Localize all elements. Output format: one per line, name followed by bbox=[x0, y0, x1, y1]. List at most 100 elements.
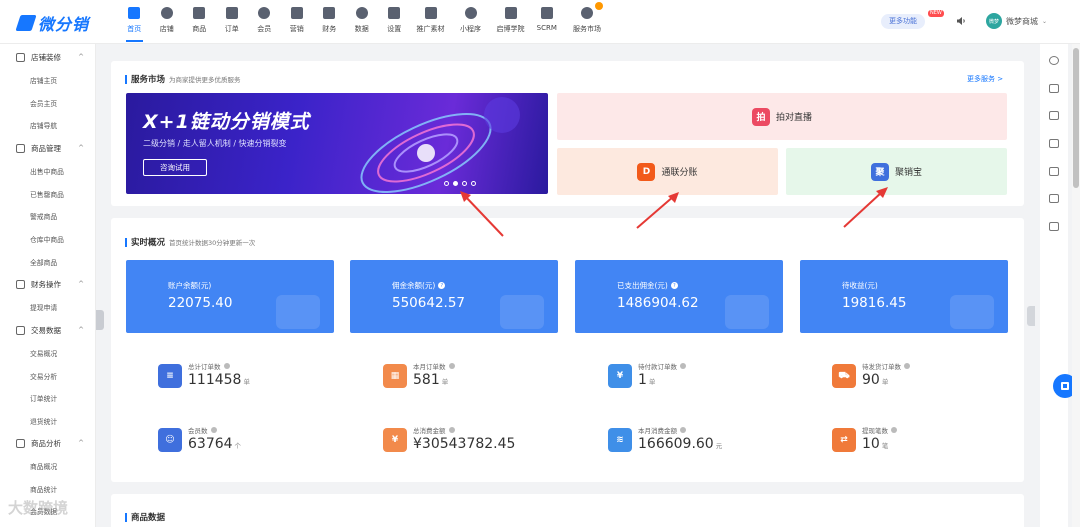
sidebar-item[interactable]: 店铺导航 bbox=[0, 115, 96, 138]
nav-item[interactable]: 会员 bbox=[248, 0, 281, 44]
help-icon[interactable] bbox=[448, 427, 455, 433]
help-icon[interactable] bbox=[904, 363, 910, 369]
service-label: 拍对直播 bbox=[775, 113, 812, 123]
metric-value: 111458 单 bbox=[188, 372, 250, 388]
sidebar-item[interactable]: 订单统计 bbox=[0, 388, 96, 411]
nav-label: 设置 bbox=[387, 25, 402, 33]
sidebar-item[interactable]: 仓库中商品 bbox=[0, 229, 96, 252]
nav-item[interactable]: 小程序 bbox=[451, 0, 491, 44]
stat-box[interactable]: 账户余额(元) 22075.40 bbox=[126, 260, 334, 333]
help-icon[interactable]: ? bbox=[438, 282, 446, 289]
sidebar-item[interactable]: 已售罄商品 bbox=[0, 184, 96, 207]
nav-item[interactable]: 营销 bbox=[281, 0, 314, 44]
service-live-streaming[interactable]: 拍 拍对直播 bbox=[557, 93, 1007, 140]
decorative-icon bbox=[276, 295, 320, 329]
promo-banner[interactable]: X+1链动分销模式 二级分销 / 走人留人机制 / 快速分销裂变 咨询试用 bbox=[126, 93, 548, 194]
nav-item[interactable]: 订单 bbox=[216, 0, 249, 44]
sidebar-item[interactable]: 会员主页 bbox=[0, 93, 96, 116]
stat-box[interactable]: 佣金余额(元)? 550642.57 bbox=[350, 260, 558, 333]
metric-icon: ≡ bbox=[158, 364, 182, 388]
nav-label: 会员 bbox=[257, 25, 272, 33]
message-icon[interactable] bbox=[1049, 111, 1059, 120]
page-scrollbar[interactable] bbox=[1072, 44, 1080, 527]
metric-value: 166609.60 元 bbox=[638, 436, 722, 452]
realtime-title: 实时概况 首页统计数据30分钟更新一次 bbox=[125, 236, 255, 248]
nav-item[interactable]: 数据 bbox=[346, 0, 379, 44]
nav-item[interactable]: 推广素材 bbox=[411, 0, 451, 44]
refresh-icon[interactable] bbox=[1049, 56, 1059, 65]
sidebar-group[interactable]: 商品分析 ^ bbox=[0, 432, 96, 454]
group-icon bbox=[16, 325, 25, 335]
logo-text: 微分销 bbox=[38, 15, 90, 34]
nav-label: SCRM bbox=[536, 24, 557, 32]
metric-label-text: 本月订单数 bbox=[413, 363, 446, 371]
nav-label: 财务 bbox=[322, 25, 337, 33]
sidebar-group-label: 店铺装修 bbox=[31, 52, 61, 62]
metric-number: 166609.60 bbox=[638, 436, 714, 452]
nav-icon bbox=[388, 7, 401, 19]
help-icon[interactable]: ? bbox=[670, 282, 678, 289]
speaker-icon[interactable] bbox=[956, 16, 966, 26]
nav-item[interactable]: 设置 bbox=[378, 0, 411, 44]
metric-value: 1单 bbox=[638, 372, 655, 388]
sidebar-item[interactable]: 退货统计 bbox=[0, 411, 96, 434]
nav-item[interactable]: SCRM bbox=[531, 0, 564, 44]
rail-collapse-handle[interactable] bbox=[1027, 306, 1035, 326]
more-functions-button[interactable]: 更多功能 bbox=[881, 14, 925, 29]
nav-item[interactable]: 首页 bbox=[118, 0, 151, 44]
stat-label: 待收益(元) bbox=[842, 280, 878, 291]
user-menu[interactable]: 微梦 微梦商城 ⌄ bbox=[986, 13, 1047, 29]
sidebar-group-label: 交易数据 bbox=[31, 325, 61, 335]
help-icon[interactable] bbox=[448, 363, 455, 369]
sidebar-group-label: 商品管理 bbox=[31, 143, 61, 153]
logo[interactable]: 微分销 bbox=[15, 11, 90, 35]
nav-item[interactable]: 店铺 bbox=[151, 0, 184, 44]
help-icon[interactable] bbox=[680, 363, 686, 369]
stat-box[interactable]: 已支出佣金(元)? 1486904.62 bbox=[575, 260, 783, 333]
download-icon[interactable] bbox=[1049, 167, 1059, 176]
sidebar-item[interactable]: 全部商品 bbox=[0, 252, 96, 275]
nav-item[interactable]: 服务市场 bbox=[563, 0, 611, 44]
sidebar-item[interactable]: 商品概况 bbox=[0, 456, 96, 479]
sidebar-group[interactable]: 财务操作 ^ bbox=[0, 273, 96, 295]
sidebar-item[interactable]: 交易分析 bbox=[0, 366, 96, 389]
stat-label-text: 已支出佣金(元) bbox=[617, 281, 668, 290]
help-icon[interactable] bbox=[680, 427, 686, 433]
metric-item: ⛟ 待发货订单数 90 单 bbox=[832, 360, 1042, 394]
sidebar-group[interactable]: 交易数据 ^ bbox=[0, 319, 96, 341]
sidebar-item[interactable]: 出售中商品 bbox=[0, 161, 96, 184]
scrollbar-thumb[interactable] bbox=[1073, 48, 1079, 188]
carousel-dot[interactable] bbox=[444, 181, 449, 186]
sidebar-group[interactable]: 商品管理 ^ bbox=[0, 137, 96, 159]
sidebar-item[interactable]: 店铺主页 bbox=[0, 70, 96, 93]
sidebar-item[interactable]: 提现申请 bbox=[0, 297, 96, 320]
sidebar-item[interactable]: 交易概况 bbox=[0, 343, 96, 366]
banner-title: X+1链动分销模式 bbox=[143, 111, 310, 133]
help-icon[interactable] bbox=[223, 363, 230, 369]
sound-icon[interactable] bbox=[1049, 222, 1059, 231]
metric-number: 1 bbox=[638, 372, 647, 388]
apps-icon[interactable] bbox=[1049, 194, 1059, 203]
nav-item[interactable]: 启博学院 bbox=[491, 0, 531, 44]
stat-label-text: 账户余额(元) bbox=[168, 281, 212, 290]
nav-label: 订单 bbox=[224, 25, 239, 33]
nav-item[interactable]: 商品 bbox=[183, 0, 216, 44]
more-services-link[interactable]: 更多服务 > bbox=[967, 74, 1003, 84]
consult-trial-button[interactable]: 咨询试用 bbox=[143, 159, 207, 176]
metric-item: ⇄ 提现笔数 10 笔 bbox=[832, 424, 1042, 458]
service-juxiaobao[interactable]: 聚 聚销宝 bbox=[786, 148, 1007, 195]
sidebar-collapse-handle[interactable] bbox=[96, 310, 104, 330]
sidebar-item[interactable]: 警戒商品 bbox=[0, 206, 96, 229]
sidebar-group[interactable]: 店铺装修 ^ bbox=[0, 46, 96, 68]
avatar: 微梦 bbox=[986, 13, 1002, 29]
section-subtitle: 首页统计数据30分钟更新一次 bbox=[169, 239, 256, 247]
stat-value: 22075.40 bbox=[168, 295, 233, 311]
stat-box[interactable]: 待收益(元) 19816.45 bbox=[800, 260, 1008, 333]
help-icon[interactable] bbox=[891, 427, 897, 433]
metric-unit: 单 bbox=[648, 378, 656, 386]
link-icon[interactable] bbox=[1049, 84, 1059, 93]
document-icon[interactable] bbox=[1049, 139, 1059, 148]
annotation-arrow bbox=[636, 192, 679, 229]
nav-item[interactable]: 财务 bbox=[313, 0, 346, 44]
help-icon[interactable] bbox=[210, 427, 217, 433]
